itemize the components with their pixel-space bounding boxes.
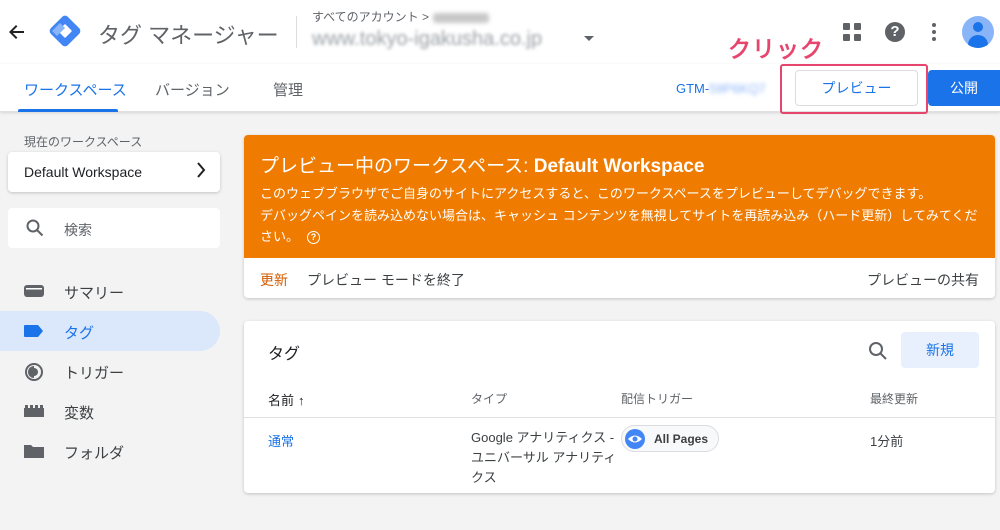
trigger-icon [24,363,44,381]
account-label: すべてのアカウント > [312,10,430,24]
apps-grid-icon[interactable] [843,23,861,41]
preview-button[interactable]: プレビュー [795,70,918,106]
sidebar-item-label: トリガー [64,365,125,382]
sidebar-item-label: 変数 [64,405,95,422]
help-icon[interactable]: ? [307,231,321,245]
container-selector[interactable]: www.tokyo-igakusha.co.jp [312,28,542,51]
tab-versions[interactable]: バージョン [155,79,230,100]
workspace-label: 現在のワークスペース [24,135,143,149]
tag-manager-logo-icon[interactable] [48,14,82,48]
sidebar-item-folders[interactable]: フォルダ [0,431,220,471]
preview-banner: プレビュー中のワークスペース: Default Workspace このウェブブ… [244,135,995,258]
header-divider [244,417,995,418]
tag-icon [24,323,44,339]
sidebar-item-summary[interactable]: サマリー [0,271,220,311]
preview-banner-card: プレビュー中のワークスペース: Default Workspace このウェブブ… [244,135,995,298]
column-header-trigger[interactable]: 配信トリガー [621,390,693,407]
more-vert-icon[interactable] [931,23,937,41]
column-header-name[interactable]: 名前 ↑ [268,390,305,409]
refresh-link[interactable]: 更新 [260,270,288,290]
column-header-type[interactable]: タイプ [471,390,507,407]
caret-down-icon[interactable] [584,36,594,41]
sort-arrow-icon: ↑ [298,393,305,408]
variables-icon [24,403,44,419]
sidebar-search[interactable]: 検索 [8,208,220,248]
last-updated: 1分前 [870,434,904,449]
tab-workspace[interactable]: ワークスペース [24,79,127,100]
search-icon [26,219,44,237]
publish-button[interactable]: 公開 [928,70,1000,106]
header-divider [296,16,297,48]
sidebar-item-variables[interactable]: 変数 [0,391,220,431]
tag-type: Google アナリティクス - ユニバーサル アナリティクス [471,430,617,485]
banner-hint: デバッグペインを読み込めない場合は、キャッシュ コンテンツを無視してサイトを再読… [260,208,978,245]
chevron-right-icon [196,161,206,184]
tag-name-link[interactable]: 通常 [268,431,294,450]
new-tag-button[interactable]: 新規 [901,332,979,368]
app-title: タグ マネージャー [98,23,279,48]
container-id[interactable]: GTM-59P6KQ7 [676,81,766,96]
account-avatar-icon[interactable] [962,16,994,48]
workspace-name: Default Workspace [24,164,143,180]
trigger-chip[interactable]: All Pages [621,425,719,452]
banner-description: このウェブブラウザでご自身のサイトにアクセスすると、このワークスペースをプレビュ… [260,186,932,201]
sidebar-item-tags[interactable]: タグ [0,311,220,351]
eye-icon [625,429,645,449]
tab-admin[interactable]: 管理 [273,79,303,100]
sidebar-item-label: タグ [64,325,95,342]
help-icon[interactable]: ? [885,22,905,42]
trigger-label: All Pages [654,432,709,446]
exit-preview-link[interactable]: プレビュー モードを終了 [307,270,465,290]
arrow-left-icon[interactable] [8,20,28,44]
active-tab-indicator [18,109,118,112]
account-breadcrumb[interactable]: すべてのアカウント > [312,8,490,25]
tags-table-card: タグ 新規 名前 ↑ タイプ 配信トリガー 最終更新 通常 Google アナリテ… [244,321,995,493]
banner-title: プレビュー中のワークスペース: Default Workspace [260,156,705,177]
share-preview-link[interactable]: プレビューの共有 [867,270,979,290]
search-placeholder: 検索 [64,222,92,238]
workspace-selector[interactable]: Default Workspace [8,152,220,192]
sidebar-item-label: サマリー [64,285,125,302]
summary-icon [24,283,44,299]
search-icon[interactable] [868,341,888,361]
sidebar-item-triggers[interactable]: トリガー [0,351,220,391]
sidebar-item-label: フォルダ [64,445,125,462]
account-name [433,12,490,23]
click-annotation: クリック [728,36,824,62]
banner-actions: 更新 プレビュー モードを終了 プレビューの共有 [244,258,995,298]
workspace-nav: ワークスペース バージョン 管理 GTM-59P6KQ7 プレビュー 公開 [0,64,1000,114]
top-app-bar: タグ マネージャー すべてのアカウント > www.tokyo-igakusha… [0,0,1000,64]
tags-title: タグ [268,346,301,363]
folder-icon [24,443,44,459]
column-header-updated[interactable]: 最終更新 [870,390,918,407]
